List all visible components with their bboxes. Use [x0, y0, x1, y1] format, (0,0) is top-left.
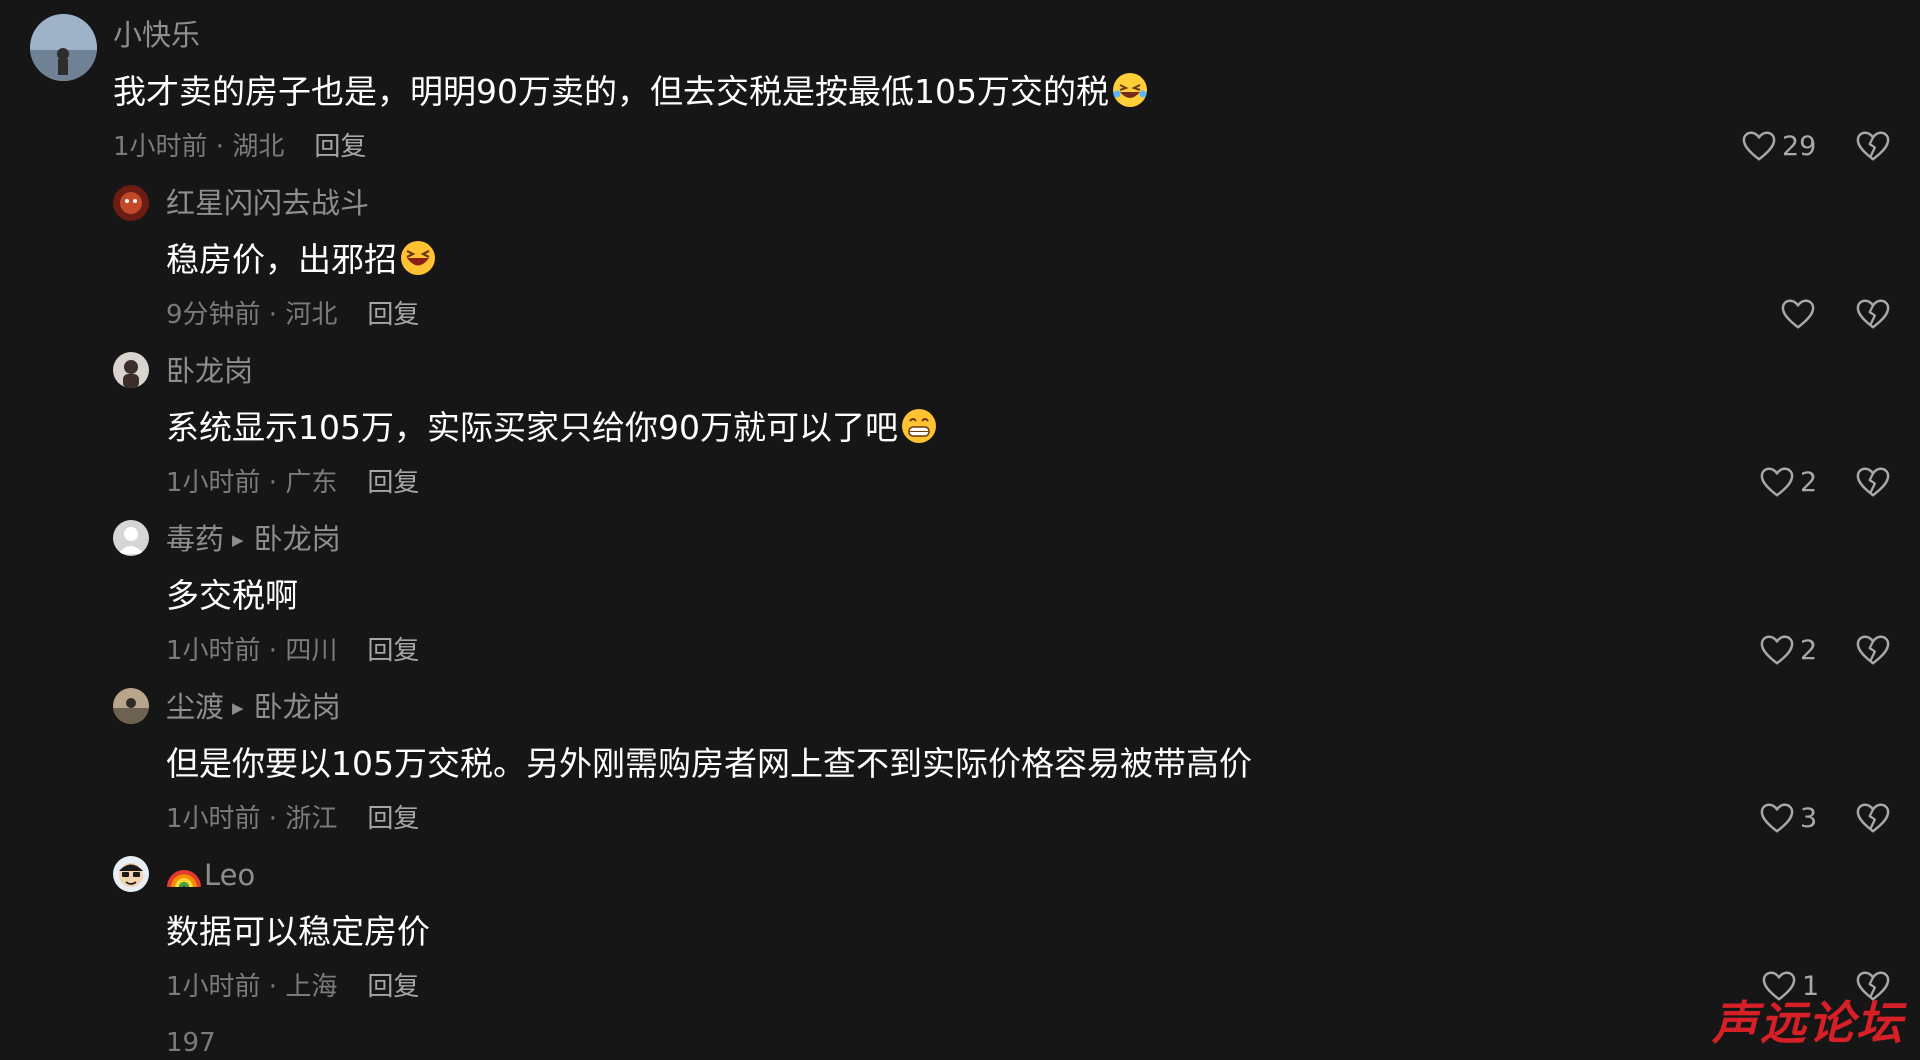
comment-text: 系统显示105万，实际买家只给你90万就可以了吧 [166, 406, 938, 456]
dislike-button[interactable] [1856, 802, 1890, 838]
comment-text: 我才卖的房子也是，明明90万卖的，但去交税是按最低105万交的税 [113, 70, 1149, 120]
reply-to-username[interactable]: 卧龙岗 [254, 522, 341, 556]
avatar[interactable] [30, 14, 97, 81]
grin-emoji-icon [900, 407, 938, 456]
comment-time-location: 1小时前 · 湖北 [113, 132, 285, 162]
broken-heart-icon [1856, 130, 1890, 162]
like-count: 29 [1782, 130, 1817, 162]
username: 尘渡 ▶ 卧龙岗 [166, 688, 341, 731]
username: Leo [166, 856, 255, 898]
laugh-emoji-icon [399, 239, 437, 288]
more-replies-text[interactable]: 197 [166, 1026, 216, 1060]
comment-body: 我才卖的房子也是，明明90万卖的，但去交税是按最低105万交的税 [113, 72, 1109, 111]
like-button[interactable]: 2 [1760, 634, 1817, 666]
dislike-button[interactable] [1856, 634, 1890, 670]
comment-meta: 9分钟前 · 河北 回复 [166, 298, 419, 332]
dislike-button[interactable] [1856, 466, 1890, 502]
comment-time-location: 1小时前 · 广东 [166, 468, 338, 498]
broken-heart-icon [1856, 298, 1890, 330]
comment-body: 稳房价，出邪招 [166, 240, 397, 279]
comment-body: 系统显示105万，实际买家只给你90万就可以了吧 [166, 408, 898, 447]
heart-icon [1781, 298, 1815, 330]
heart-icon [1742, 130, 1776, 162]
avatar[interactable] [113, 688, 149, 724]
avatar[interactable] [113, 185, 149, 221]
reply-arrow-icon: ▶ [232, 699, 244, 717]
broken-heart-icon [1856, 634, 1890, 666]
reply-arrow-icon: ▶ [232, 531, 244, 549]
username[interactable]: 红星闪闪去战斗 [166, 184, 369, 222]
comment-text: 但是你要以105万交税。另外刚需购房者网上查不到实际价格容易被带高价 [166, 744, 1252, 783]
username-link[interactable]: Leo [204, 858, 255, 892]
comment-meta: 1小时前 · 广东 回复 [166, 466, 419, 500]
like-button[interactable]: 29 [1742, 130, 1816, 162]
like-button[interactable] [1781, 298, 1821, 330]
dislike-button[interactable] [1856, 130, 1890, 166]
comment-text: 多交税啊 [166, 576, 298, 615]
comment-time-location: 1小时前 · 浙江 [166, 804, 338, 834]
avatar[interactable] [113, 520, 149, 556]
like-button[interactable]: 3 [1760, 802, 1817, 834]
comment-time-location: 1小时前 · 四川 [166, 636, 338, 666]
comment-meta: 1小时前 · 湖北 回复 [113, 130, 366, 164]
broken-heart-icon [1856, 466, 1890, 498]
rofl-emoji-icon [1111, 71, 1149, 120]
like-count: 2 [1800, 634, 1818, 666]
reply-button[interactable]: 回复 [367, 972, 419, 1002]
comment-text: 稳房价，出邪招 [166, 238, 437, 288]
username: 毒药 ▶ 卧龙岗 [166, 520, 341, 563]
comment-meta: 1小时前 · 四川 回复 [166, 634, 419, 668]
username-link[interactable]: 尘渡 [166, 690, 224, 724]
like-count: 3 [1800, 802, 1818, 834]
comment-meta: 1小时前 · 上海 回复 [166, 970, 419, 1004]
reply-button[interactable]: 回复 [367, 804, 419, 834]
avatar[interactable] [113, 352, 149, 388]
broken-heart-icon [1856, 802, 1890, 834]
username-link[interactable]: 毒药 [166, 522, 224, 556]
reply-button[interactable]: 回复 [314, 132, 366, 162]
rainbow-icon [166, 859, 202, 898]
like-button[interactable]: 2 [1760, 466, 1817, 498]
heart-icon [1760, 802, 1794, 834]
heart-icon [1760, 466, 1794, 498]
reply-button[interactable]: 回复 [367, 468, 419, 498]
comment-meta: 1小时前 · 浙江 回复 [166, 802, 419, 836]
comment-time-location: 1小时前 · 上海 [166, 972, 338, 1002]
watermark-text: 声远论坛 [1712, 996, 1904, 1050]
username[interactable]: 卧龙岗 [166, 352, 253, 390]
reply-button[interactable]: 回复 [367, 300, 419, 330]
like-count: 2 [1800, 466, 1818, 498]
avatar[interactable] [113, 856, 149, 892]
forum-watermark: 声远论坛 [1712, 998, 1904, 1048]
heart-icon [1760, 634, 1794, 666]
username[interactable]: 小快乐 [113, 16, 200, 54]
reply-to-username[interactable]: 卧龙岗 [254, 690, 341, 724]
dislike-button[interactable] [1856, 298, 1890, 334]
comment-time-location: 9分钟前 · 河北 [166, 300, 338, 330]
comment-text: 数据可以稳定房价 [166, 912, 430, 951]
reply-button[interactable]: 回复 [367, 636, 419, 666]
